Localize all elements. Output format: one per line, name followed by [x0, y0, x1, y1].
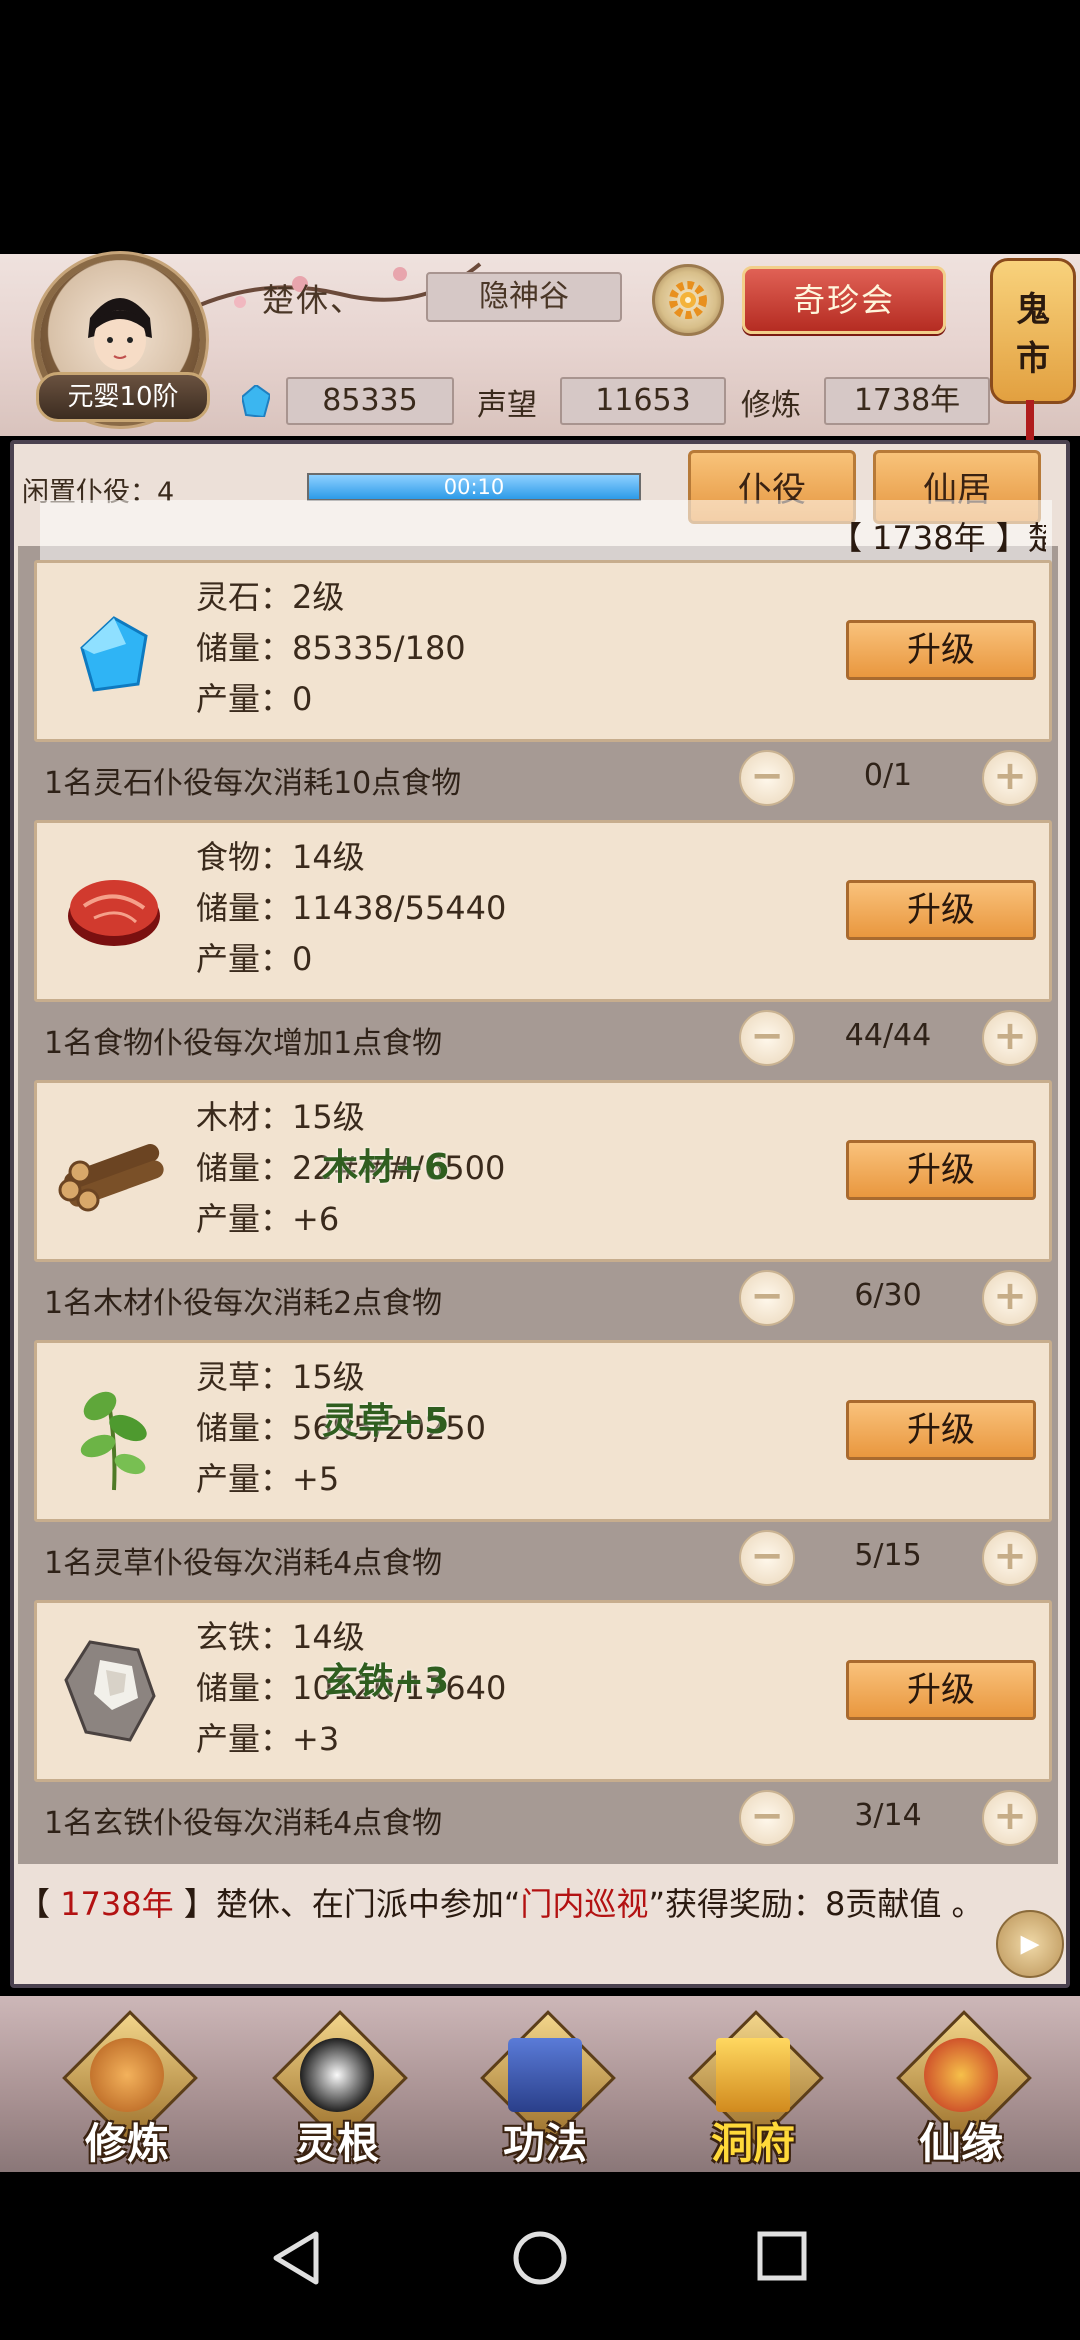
worker-note: 1名食物仆役每次增加1点食物: [44, 1026, 443, 1061]
resource-level: 灵石：2级: [196, 578, 345, 616]
worker-note: 1名灵草仆役每次消耗4点食物: [44, 1546, 443, 1581]
log-next-button[interactable]: ▸: [996, 1910, 1064, 1978]
reputation-value: 11653: [560, 377, 726, 425]
nav-cave-dwelling[interactable]: 洞府: [678, 2010, 828, 2170]
event-log-message: 【 1738年 】楚休、在门派中参加“门内巡视”获得奖励：8贡献值 。: [18, 1880, 988, 1928]
nav-label: 修炼: [84, 2119, 169, 2168]
sect-name: 隐神谷: [426, 272, 622, 322]
timer-text: 00:10: [443, 475, 505, 499]
decrease-workers-button[interactable]: −: [739, 1010, 795, 1066]
worker-note: 1名木材仆役每次消耗2点食物: [44, 1286, 443, 1321]
resource-output: 产量：0: [196, 940, 313, 978]
nav-label: 洞府: [710, 2119, 795, 2168]
resource-level: 食物：14级: [196, 838, 365, 876]
log-close-bracket: 】: [173, 1885, 216, 1923]
increase-workers-button[interactable]: +: [982, 1270, 1038, 1326]
reputation-label: 声望: [477, 388, 537, 423]
spirit-stone-icon: [242, 385, 270, 417]
resource-level: 木材：15级: [196, 1098, 365, 1136]
ghost-market-char-2: 市: [1016, 339, 1050, 379]
resource-output: 产量：+6: [196, 1200, 340, 1238]
gain-floating-text: 玄铁+3: [322, 1661, 450, 1702]
cultivation-year: 1738年: [824, 377, 990, 425]
decrease-workers-button[interactable]: −: [739, 750, 795, 806]
cultivation-label: 修炼: [741, 388, 801, 423]
spirit-stone-icon: [80, 616, 148, 692]
log-text-after: ”获得奖励：8贡献值 。: [648, 1885, 984, 1923]
gourd-icon: [924, 2038, 998, 2112]
recent-apps-icon[interactable]: [756, 2230, 808, 2282]
decrease-workers-button[interactable]: −: [739, 1530, 795, 1586]
settings-button[interactable]: [652, 264, 724, 336]
log-open-bracket: 【: [18, 1885, 61, 1923]
nav-label: 功法: [502, 2119, 587, 2168]
decrease-workers-button[interactable]: −: [739, 1790, 795, 1846]
increase-workers-button[interactable]: +: [982, 1010, 1038, 1066]
nav-spirit-root[interactable]: 灵根: [262, 2010, 412, 2170]
resource-storage: 储量：85335/180: [196, 629, 466, 667]
resource-output: 产量：0: [196, 680, 313, 718]
system-navigation-bar: [0, 2172, 1080, 2340]
yin-yang-icon: [300, 2038, 374, 2112]
resource-storage: 储量：11438/55440: [196, 889, 507, 927]
timer-progress-bar: 00:10: [307, 473, 641, 501]
worker-count: 6/30: [854, 1278, 922, 1313]
upgrade-button[interactable]: 升级: [846, 620, 1036, 680]
nav-label: 仙缘: [918, 2119, 1003, 2168]
increase-workers-button[interactable]: +: [982, 750, 1038, 806]
nav-fortune[interactable]: 仙缘: [886, 2010, 1036, 2170]
worker-count: 5/15: [854, 1538, 922, 1573]
book-icon: [508, 2038, 582, 2112]
nav-label: 灵根: [294, 2119, 379, 2168]
gain-floating-text: 木材+6: [322, 1147, 450, 1188]
gear-icon: [669, 281, 707, 319]
lantern-tassel: [1026, 400, 1034, 440]
wood-logs-icon: [58, 1144, 164, 1212]
log-event-name: 门内巡视: [520, 1885, 649, 1923]
marquee-text: 【 1738年 】楚: [830, 519, 1046, 557]
resource-output: 产量：+3: [196, 1720, 340, 1758]
home-icon[interactable]: [512, 2230, 568, 2286]
pagoda-icon: [716, 2038, 790, 2112]
meat-icon: [68, 880, 160, 946]
nav-techniques[interactable]: 功法: [470, 2010, 620, 2170]
gain-floating-text: 灵草+5: [322, 1401, 450, 1442]
log-year: 1738年: [60, 1885, 174, 1923]
increase-workers-button[interactable]: +: [982, 1530, 1038, 1586]
worker-count: 0/1: [863, 758, 913, 793]
herb-icon: [80, 1391, 147, 1491]
ghost-market-button[interactable]: 鬼 市: [990, 258, 1076, 404]
increase-workers-button[interactable]: +: [982, 1790, 1038, 1846]
iron-ore-icon: [64, 1640, 156, 1742]
worker-count: 3/14: [854, 1798, 922, 1833]
worker-note: 1名灵石仆役每次消耗10点食物: [44, 766, 462, 801]
upgrade-button[interactable]: 升级: [846, 1660, 1036, 1720]
back-icon[interactable]: [270, 2230, 322, 2286]
chevron-right-icon: ▸: [1020, 1920, 1040, 1964]
treasure-auction-button[interactable]: 奇珍会: [742, 266, 946, 334]
resource-output: 产量：+5: [196, 1460, 340, 1498]
upgrade-button[interactable]: 升级: [846, 1140, 1036, 1200]
log-text-before: 楚休、在门派中参加“: [215, 1885, 521, 1923]
worker-note: 1名玄铁仆役每次消耗4点食物: [44, 1806, 443, 1841]
nav-cultivation[interactable]: 修炼: [52, 2010, 202, 2170]
spirit-stone-value: 85335: [286, 377, 454, 425]
player-name: 楚休、: [262, 281, 365, 319]
worker-count: 44/44: [844, 1018, 932, 1053]
upgrade-button[interactable]: 升级: [846, 880, 1036, 940]
decrease-workers-button[interactable]: −: [739, 1270, 795, 1326]
monk-icon: [90, 2038, 164, 2112]
rank-badge: 元婴10阶: [36, 372, 210, 422]
ghost-market-char-1: 鬼: [1016, 290, 1050, 330]
upgrade-button[interactable]: 升级: [846, 1400, 1036, 1460]
